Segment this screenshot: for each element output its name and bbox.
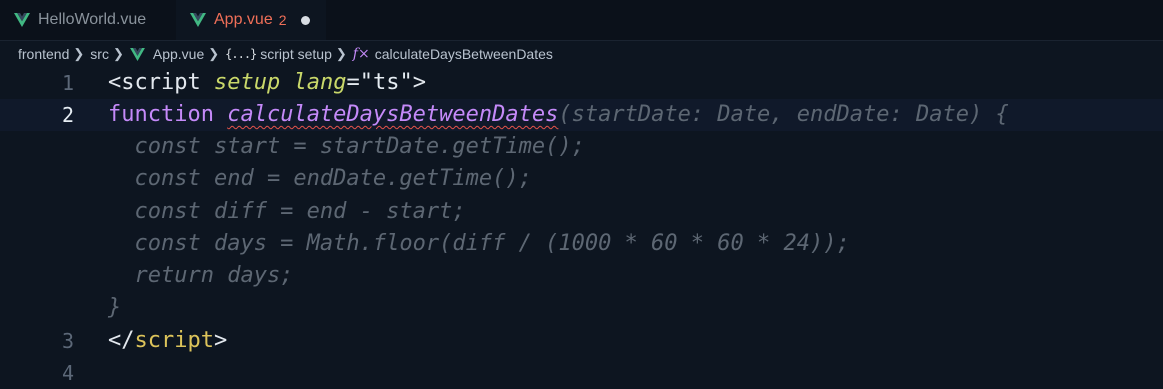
breadcrumb-item-script-setup[interactable]: {...} script setup — [225, 46, 332, 62]
tag-name: script — [134, 328, 214, 353]
chevron-right-icon: ❯ — [73, 46, 85, 61]
breadcrumb-item-frontend[interactable]: frontend — [18, 46, 69, 62]
code-text: <script setup lang="ts"> — [108, 67, 426, 99]
chevron-right-icon: ❯ — [208, 46, 220, 61]
breadcrumb-item-app-vue[interactable]: App.vue — [129, 46, 205, 62]
breadcrumb-item-src[interactable]: src — [90, 46, 109, 62]
braces-icon: {...} — [225, 47, 257, 61]
attribute-name: setup — [213, 70, 281, 95]
vue-file-icon — [190, 13, 206, 27]
unsaved-changes-dot-icon[interactable] — [300, 15, 310, 25]
tag-bracket: </ — [108, 328, 135, 353]
tag-name: script — [121, 70, 201, 95]
chevron-right-icon: ❯ — [335, 46, 347, 61]
code-line: 1 <script setup lang="ts"> — [0, 67, 1163, 99]
suggestion-line: const start = startDate.getTime(); — [0, 131, 1163, 163]
tab-app-vue[interactable]: App.vue 2 — [176, 0, 326, 40]
chevron-right-icon: ❯ — [112, 46, 124, 61]
tag-bracket: > — [412, 70, 426, 95]
inline-suggestion: const end = endDate.getTime(); — [108, 166, 532, 191]
line-number: 4 — [61, 361, 74, 385]
tag-bracket: > — [213, 328, 228, 353]
line-number: 2 — [61, 103, 74, 127]
code-text: function calculateDaysBetweenDates(start… — [108, 99, 1009, 131]
inline-suggestion: return days; — [108, 263, 294, 288]
line-number: 3 — [61, 329, 74, 353]
suggestion-line: const end = endDate.getTime(); — [0, 163, 1163, 195]
line-number: 1 — [61, 71, 74, 95]
suggestion-line: const days = Math.floor(diff / (1000 * 6… — [0, 228, 1163, 260]
breadcrumb-label: script setup — [260, 46, 332, 62]
inline-suggestion: } — [108, 295, 122, 320]
breadcrumb-label: App.vue — [152, 46, 205, 62]
breadcrumb: frontend ❯ src ❯ App.vue ❯ {...} script … — [0, 41, 1163, 67]
tag-bracket: < — [108, 70, 122, 95]
code-line: 3 </script> — [0, 325, 1163, 357]
function-icon: f× — [352, 46, 370, 62]
equals-sign: = — [346, 70, 360, 95]
tab-helloworld-vue[interactable]: HelloWorld.vue — [0, 0, 176, 40]
attribute-value: "ts" — [359, 70, 413, 95]
attribute-name: lang — [293, 70, 347, 95]
code-line-current: 2 function calculateDaysBetweenDates(sta… — [0, 99, 1163, 131]
vue-file-icon — [129, 47, 145, 61]
suggestion-line: const diff = end - start; — [0, 196, 1163, 228]
code-editor[interactable]: 1 <script setup lang="ts"> 2 function ca… — [0, 67, 1163, 387]
suggestion-line: } — [0, 292, 1163, 324]
inline-suggestion: const diff = end - start; — [108, 199, 466, 224]
editor-tab-bar: HelloWorld.vue App.vue 2 — [0, 0, 1163, 41]
breadcrumb-label: calculateDaysBetweenDates — [374, 46, 553, 62]
breadcrumb-item-function[interactable]: f× calculateDaysBetweenDates — [353, 46, 553, 62]
inline-suggestion: const start = startDate.getTime(); — [108, 134, 585, 159]
inline-suggestion: (startDate: Date, endDate: Date) { — [558, 102, 1009, 127]
problems-count-badge: 2 — [278, 12, 287, 28]
code-text: </script> — [108, 325, 227, 357]
inline-suggestion: const days = Math.floor(diff / (1000 * 6… — [108, 231, 850, 256]
suggestion-line: return days; — [0, 260, 1163, 292]
tab-label: App.vue — [214, 11, 273, 28]
vue-file-icon — [14, 13, 30, 27]
code-line: 4 — [0, 357, 1163, 389]
tab-label: HelloWorld.vue — [38, 11, 147, 28]
function-name-error[interactable]: calculateDaysBetweenDates — [227, 102, 558, 127]
keyword: function — [108, 102, 214, 127]
